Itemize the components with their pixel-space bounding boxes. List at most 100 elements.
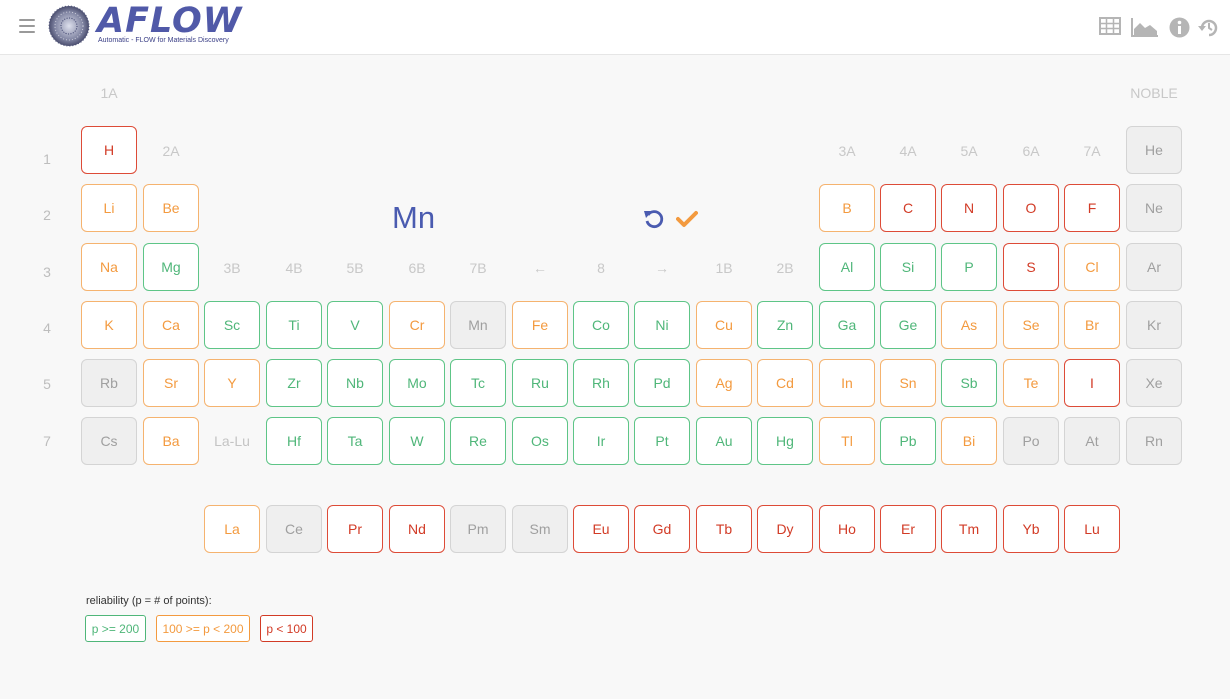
table-icon[interactable] (1099, 17, 1121, 35)
element-tile-y[interactable]: Y (204, 359, 260, 407)
element-tile-b[interactable]: B (819, 184, 875, 232)
element-tile-ga[interactable]: Ga (819, 301, 875, 349)
element-tile-tm[interactable]: Tm (941, 505, 997, 553)
element-tile-pr[interactable]: Pr (327, 505, 383, 553)
element-tile-rn[interactable]: Rn (1126, 417, 1182, 465)
element-tile-re[interactable]: Re (450, 417, 506, 465)
element-tile-si[interactable]: Si (880, 243, 936, 291)
element-tile-hg[interactable]: Hg (757, 417, 813, 465)
element-tile-ar[interactable]: Ar (1126, 243, 1182, 291)
element-tile-be[interactable]: Be (143, 184, 199, 232)
element-tile-al[interactable]: Al (819, 243, 875, 291)
element-tile-sr[interactable]: Sr (143, 359, 199, 407)
element-tile-co[interactable]: Co (573, 301, 629, 349)
element-tile-ni[interactable]: Ni (634, 301, 690, 349)
element-tile-lu[interactable]: Lu (1064, 505, 1120, 553)
element-tile-pb[interactable]: Pb (880, 417, 936, 465)
element-tile-se[interactable]: Se (1003, 301, 1059, 349)
element-tile-cd[interactable]: Cd (757, 359, 813, 407)
element-tile-sc[interactable]: Sc (204, 301, 260, 349)
element-tile-n[interactable]: N (941, 184, 997, 232)
element-tile-zn[interactable]: Zn (757, 301, 813, 349)
element-tile-mg[interactable]: Mg (143, 243, 199, 291)
element-tile-ge[interactable]: Ge (880, 301, 936, 349)
element-tile-ir[interactable]: Ir (573, 417, 629, 465)
element-tile-sm[interactable]: Sm (512, 505, 568, 553)
element-tile-k[interactable]: K (81, 301, 137, 349)
menu-icon[interactable] (19, 19, 35, 33)
element-tile-sb[interactable]: Sb (941, 359, 997, 407)
element-tile-yb[interactable]: Yb (1003, 505, 1059, 553)
element-tile-ti[interactable]: Ti (266, 301, 322, 349)
period-label: 7 (43, 433, 51, 449)
element-tile-tc[interactable]: Tc (450, 359, 506, 407)
element-tile-ce[interactable]: Ce (266, 505, 322, 553)
element-tile-ne[interactable]: Ne (1126, 184, 1182, 232)
element-tile-cl[interactable]: Cl (1064, 243, 1120, 291)
element-tile-h[interactable]: H (81, 126, 137, 174)
element-tile-te[interactable]: Te (1003, 359, 1059, 407)
element-tile-tl[interactable]: Tl (819, 417, 875, 465)
element-tile-nd[interactable]: Nd (389, 505, 445, 553)
info-icon[interactable] (1169, 17, 1190, 38)
element-tile-as[interactable]: As (941, 301, 997, 349)
element-tile-la[interactable]: La (204, 505, 260, 553)
element-tile-dy[interactable]: Dy (757, 505, 813, 553)
group-label-2b: 2B (776, 260, 794, 276)
element-tile-i[interactable]: I (1064, 359, 1120, 407)
element-tile-mo[interactable]: Mo (389, 359, 445, 407)
element-tile-ag[interactable]: Ag (696, 359, 752, 407)
element-tile-nb[interactable]: Nb (327, 359, 383, 407)
group-label-3a: 3A (838, 143, 856, 159)
element-tile-fe[interactable]: Fe (512, 301, 568, 349)
element-tile-he[interactable]: He (1126, 126, 1182, 174)
element-tile-er[interactable]: Er (880, 505, 936, 553)
element-tile-kr[interactable]: Kr (1126, 301, 1182, 349)
lanthanide-placeholder: La-Lu (214, 433, 250, 449)
element-tile-na[interactable]: Na (81, 243, 137, 291)
element-tile-cu[interactable]: Cu (696, 301, 752, 349)
element-tile-ca[interactable]: Ca (143, 301, 199, 349)
element-tile-ba[interactable]: Ba (143, 417, 199, 465)
group-label-5a: 5A (960, 143, 978, 159)
element-tile-p[interactable]: P (941, 243, 997, 291)
element-tile-cr[interactable]: Cr (389, 301, 445, 349)
element-tile-v[interactable]: V (327, 301, 383, 349)
element-tile-ru[interactable]: Ru (512, 359, 568, 407)
element-tile-pt[interactable]: Pt (634, 417, 690, 465)
element-tile-po[interactable]: Po (1003, 417, 1059, 465)
element-tile-eu[interactable]: Eu (573, 505, 629, 553)
undo-icon[interactable] (643, 208, 665, 230)
element-tile-rh[interactable]: Rh (573, 359, 629, 407)
element-tile-pm[interactable]: Pm (450, 505, 506, 553)
group-label-7a: 7A (1083, 143, 1101, 159)
element-tile-pd[interactable]: Pd (634, 359, 690, 407)
element-tile-li[interactable]: Li (81, 184, 137, 232)
element-tile-w[interactable]: W (389, 417, 445, 465)
element-tile-gd[interactable]: Gd (634, 505, 690, 553)
checkmark-icon[interactable] (676, 210, 698, 228)
element-tile-ta[interactable]: Ta (327, 417, 383, 465)
element-tile-xe[interactable]: Xe (1126, 359, 1182, 407)
element-tile-au[interactable]: Au (696, 417, 752, 465)
element-tile-in[interactable]: In (819, 359, 875, 407)
element-tile-rb[interactable]: Rb (81, 359, 137, 407)
element-tile-sn[interactable]: Sn (880, 359, 936, 407)
element-tile-cs[interactable]: Cs (81, 417, 137, 465)
element-tile-os[interactable]: Os (512, 417, 568, 465)
element-tile-hf[interactable]: Hf (266, 417, 322, 465)
element-tile-tb[interactable]: Tb (696, 505, 752, 553)
element-tile-c[interactable]: C (880, 184, 936, 232)
element-tile-f[interactable]: F (1064, 184, 1120, 232)
area-chart-icon[interactable] (1131, 17, 1159, 37)
element-tile-o[interactable]: O (1003, 184, 1059, 232)
element-tile-br[interactable]: Br (1064, 301, 1120, 349)
element-tile-bi[interactable]: Bi (941, 417, 997, 465)
element-tile-zr[interactable]: Zr (266, 359, 322, 407)
element-tile-mn[interactable]: Mn (450, 301, 506, 349)
element-tile-ho[interactable]: Ho (819, 505, 875, 553)
element-tile-s[interactable]: S (1003, 243, 1059, 291)
element-tile-at[interactable]: At (1064, 417, 1120, 465)
group-label-2a: 2A (162, 143, 180, 159)
history-icon[interactable] (1198, 17, 1220, 39)
